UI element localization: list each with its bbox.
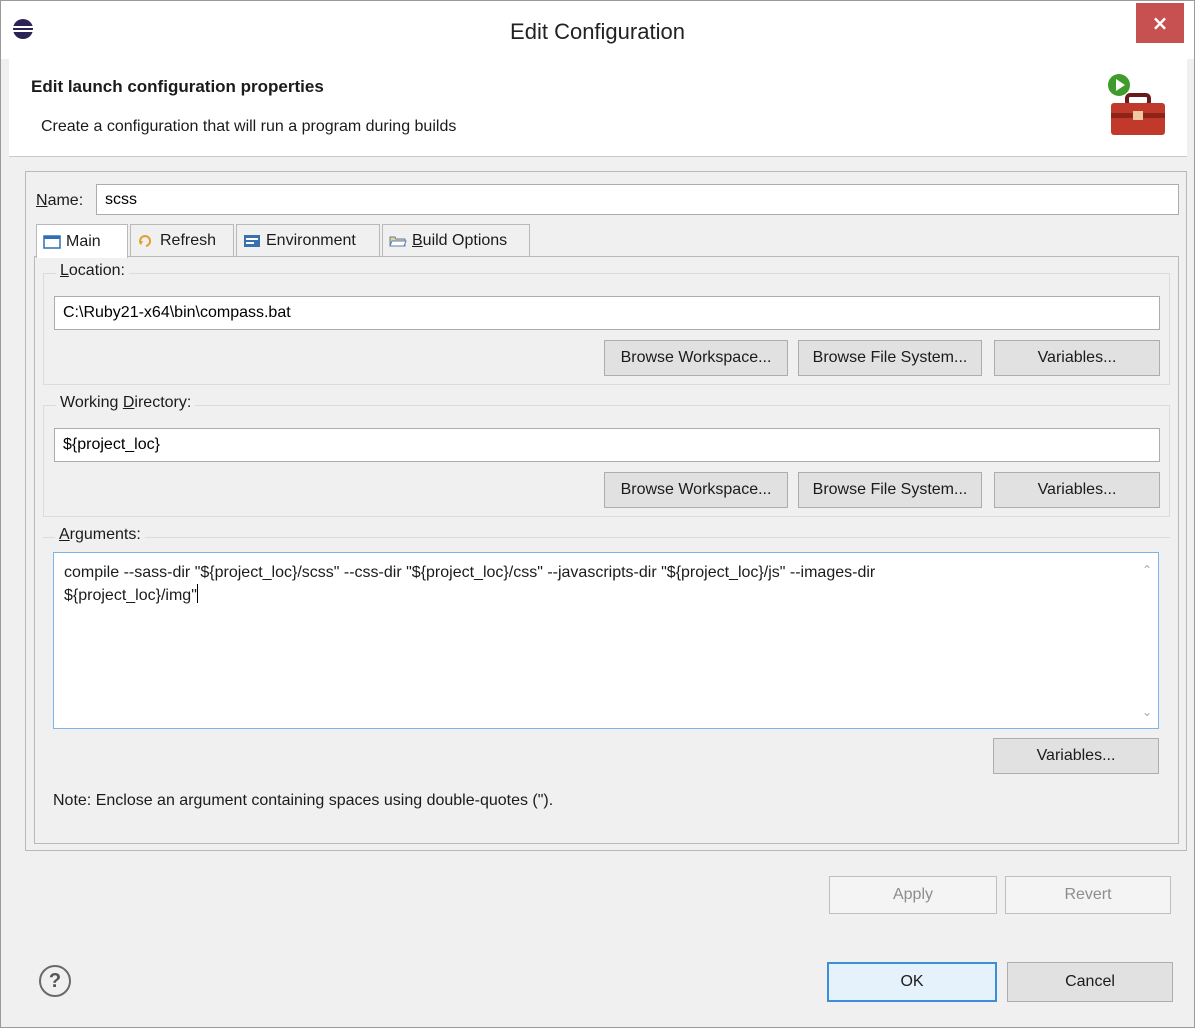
arguments-variables-button[interactable]: Variables...	[993, 738, 1159, 774]
working-directory-group: Working Directory: Browse Workspace... B…	[43, 394, 1170, 517]
tab-main[interactable]: Main	[36, 224, 128, 258]
location-label: Location:	[56, 262, 129, 280]
working-directory-label: Working Directory:	[56, 394, 196, 412]
working-directory-input[interactable]	[54, 428, 1160, 462]
arguments-group: Arguments: compile --sass-dir "${project…	[43, 526, 1170, 837]
title-bar: Edit Configuration ×	[1, 1, 1194, 59]
location-variables-button[interactable]: Variables...	[994, 340, 1160, 376]
location-browse-workspace-button[interactable]: Browse Workspace...	[604, 340, 788, 376]
tab-environment[interactable]: Environment	[236, 224, 380, 256]
banner-description: Create a configuration that will run a p…	[41, 118, 457, 135]
ok-button[interactable]: OK	[827, 962, 997, 1002]
working-directory-browse-file-system-button[interactable]: Browse File System...	[798, 472, 982, 508]
arguments-textarea[interactable]: compile --sass-dir "${project_loc}/scss"…	[53, 552, 1159, 729]
arguments-note: Note: Enclose an argument containing spa…	[53, 792, 554, 809]
help-icon[interactable]: ?	[39, 965, 71, 997]
toolbox-run-icon	[1108, 74, 1165, 135]
header-banner: Edit launch configuration properties Cre…	[9, 59, 1187, 157]
folder-open-icon	[389, 236, 407, 246]
refresh-icon	[139, 234, 152, 247]
edit-configuration-dialog: Edit Configuration × Edit launch configu…	[0, 0, 1195, 1028]
location-browse-file-system-button[interactable]: Browse File System...	[798, 340, 982, 376]
tab-main-label: Main	[66, 232, 101, 250]
revert-button[interactable]: Revert	[1005, 876, 1171, 914]
main-tab-icon	[43, 234, 61, 249]
text-caret	[196, 584, 198, 603]
name-input[interactable]	[96, 184, 1179, 215]
scroll-up-icon[interactable]: ⌃	[1142, 559, 1152, 582]
close-icon: ×	[1151, 11, 1169, 35]
arguments-text: compile --sass-dir "${project_loc}/scss"…	[64, 564, 876, 604]
scroll-down-icon[interactable]: ⌄	[1142, 701, 1152, 724]
location-input[interactable]	[54, 296, 1160, 330]
cancel-button[interactable]: Cancel	[1007, 962, 1173, 1002]
working-directory-variables-button[interactable]: Variables...	[994, 472, 1160, 508]
tab-build-options[interactable]: Build Options	[382, 224, 530, 256]
environment-icon	[244, 234, 260, 247]
banner-title: Edit launch configuration properties	[31, 77, 324, 96]
working-directory-browse-workspace-button[interactable]: Browse Workspace...	[604, 472, 788, 508]
apply-button[interactable]: Apply	[829, 876, 997, 914]
window-title: Edit Configuration	[510, 19, 685, 44]
tab-build-options-label: Build Options	[412, 231, 508, 249]
location-group: Location: Browse Workspace... Browse Fil…	[43, 262, 1170, 385]
close-button[interactable]: ×	[1136, 3, 1184, 43]
name-label: Name:	[36, 192, 84, 209]
tab-environment-label: Environment	[266, 231, 356, 249]
tab-refresh-label: Refresh	[160, 231, 217, 249]
tab-refresh[interactable]: Refresh	[130, 224, 234, 256]
main-tab-panel: Location: Browse Workspace... Browse Fil…	[34, 256, 1179, 844]
arguments-label: Arguments:	[55, 526, 145, 544]
configuration-group: Name: Main Refresh	[25, 171, 1187, 851]
